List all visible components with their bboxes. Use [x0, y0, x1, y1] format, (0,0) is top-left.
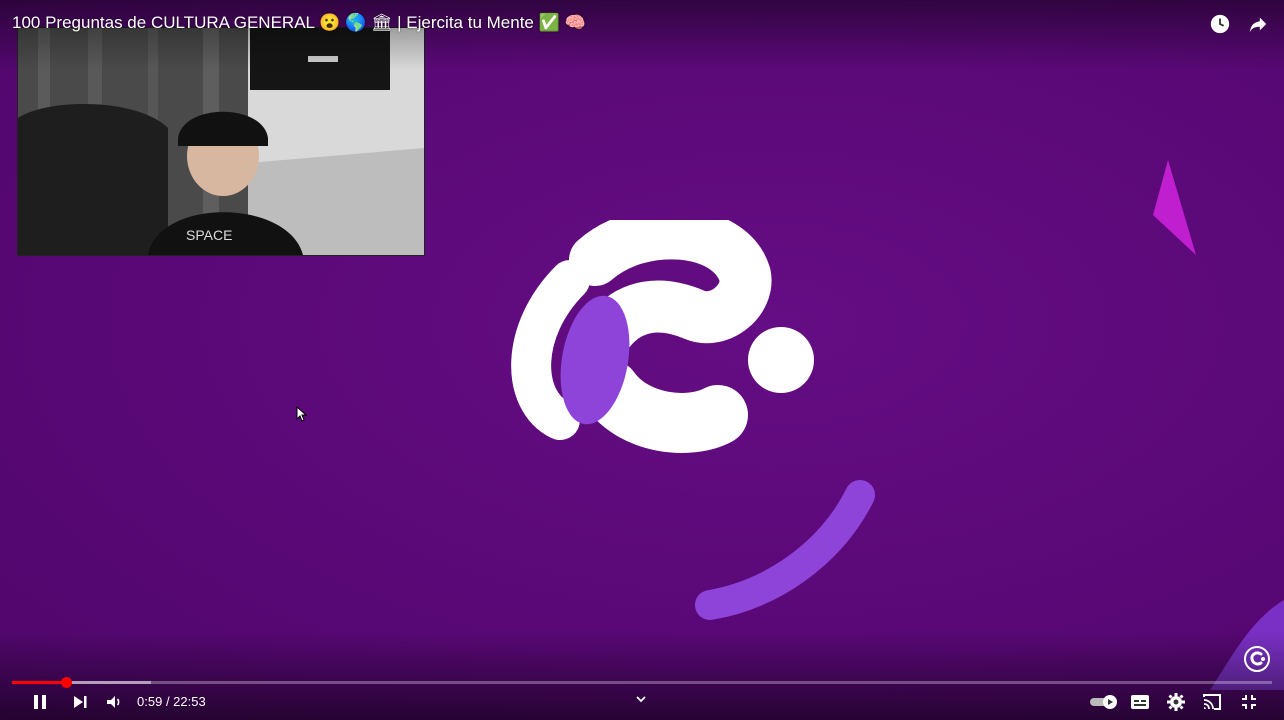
logo-graphic	[511, 220, 814, 453]
top-shade	[0, 0, 1284, 70]
next-icon[interactable]	[68, 690, 92, 714]
video-frame[interactable]: SPACE 100 Preguntas de CULTURA GENERAL 😮…	[0, 0, 1284, 720]
subtitles-icon[interactable]	[1128, 690, 1152, 714]
time-display: 0:59 / 22:53	[137, 694, 206, 709]
current-time: 0:59	[137, 694, 163, 709]
channel-watermark-icon[interactable]	[1244, 646, 1270, 672]
pause-icon[interactable]	[28, 690, 52, 714]
swoosh-graphic	[695, 480, 875, 620]
progress-track	[12, 681, 1272, 684]
player-controls: 0:59 / 22:53	[0, 688, 1284, 716]
volume-icon[interactable]	[102, 690, 126, 714]
exit-fullscreen-icon[interactable]	[1237, 690, 1261, 714]
duration: 22:53	[173, 694, 206, 709]
cast-icon[interactable]	[1200, 690, 1224, 714]
top-actions	[1208, 12, 1270, 36]
mouse-cursor-icon	[296, 406, 308, 422]
chevron-down-icon[interactable]	[634, 692, 648, 711]
share-icon[interactable]	[1246, 12, 1270, 36]
svg-text:SPACE: SPACE	[186, 227, 232, 243]
shard-graphic	[1153, 160, 1196, 255]
autoplay-toggle-icon[interactable]	[1088, 690, 1120, 714]
progress-bar[interactable]	[12, 677, 1272, 688]
video-title[interactable]: 100 Preguntas de CULTURA GENERAL 😮 🌎 🏛 |…	[12, 13, 586, 33]
watch-later-icon[interactable]	[1208, 12, 1232, 36]
settings-icon[interactable]	[1164, 690, 1188, 714]
progress-played	[12, 681, 67, 684]
